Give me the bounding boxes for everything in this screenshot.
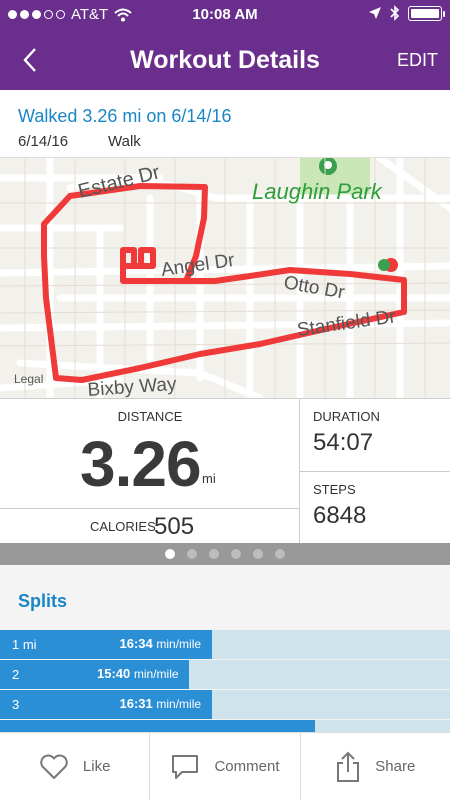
bluetooth-icon [390,5,400,21]
page-dot[interactable] [275,549,285,559]
share-icon [337,751,360,782]
split-row[interactable]: 1 mi 16:34 min/mile [0,630,450,659]
steps-value: 6848 [313,502,367,529]
heart-icon [40,754,68,779]
app-header: AT&T 10:08 AM Workout Details EDIT [0,0,450,90]
page-title: Workout Details [130,46,320,74]
comment-label: Comment [214,758,280,775]
park-label: Laughin Park [252,179,383,204]
split-pace-unit: min/mile [133,667,179,681]
split-pace-unit: min/mile [156,637,202,651]
share-label: Share [375,758,416,775]
split-row[interactable]: 2 15:40 min/mile [0,660,450,689]
split-pace-unit: min/mile [156,697,202,711]
like-label: Like [82,758,111,775]
calories-label: CALORIES [90,519,156,534]
duration-value: 54:07 [313,429,374,456]
comment-button[interactable]: Comment [150,733,301,800]
action-bar: Like Comment Share [0,732,450,800]
steps-label: STEPS [313,482,356,497]
map-legal-link[interactable]: Legal [14,372,43,386]
workout-stats: DISTANCE 3.26 mi CALORIES 505 DURATION 5… [0,398,450,544]
route-start-marker [378,259,390,271]
steps-stat: STEPS 6848 [300,472,450,544]
split-pace: 16:31 min/mile [120,696,202,711]
split-label: 2 [12,667,20,682]
page-dot[interactable] [231,549,241,559]
route-map[interactable]: Estate Dr Laughin Park Angel Dr Otto Dr … [0,158,450,398]
page-dot[interactable] [209,549,219,559]
distance-unit: mi [202,471,216,486]
workout-type: Walk [108,133,141,150]
duration-label: DURATION [313,409,380,424]
location-arrow-icon [369,7,381,19]
splits-section: Splits 1 mi 16:34 min/mile 2 15:40 min/mile… [0,565,450,749]
comment-icon [172,754,199,779]
like-button[interactable]: Like [0,733,151,800]
distance-value: 3.26 [80,428,202,500]
battery-icon [408,5,445,21]
split-row[interactable]: 3 16:31 min/mile [0,690,450,719]
splits-title: Splits [18,591,68,611]
route-map-canvas: Estate Dr Laughin Park Angel Dr Otto Dr … [0,158,450,398]
workout-summary: Walked 3.26 mi on 6/14/16 6/14/16 Walk [0,90,450,158]
page-dot[interactable] [165,549,175,559]
page-dot[interactable] [187,549,197,559]
workout-date: 6/14/16 [18,133,69,150]
workout-title: Walked 3.26 mi on 6/14/16 [18,106,232,126]
calories-stat: CALORIES 505 [0,509,300,544]
status-right [368,5,445,21]
split-pace-value: 15:40 [97,666,131,681]
split-label: 1 mi [12,637,37,652]
status-bar: AT&T 10:08 AM [0,0,450,30]
nav-bar: Workout Details EDIT [0,30,450,90]
calories-value: 505 [154,513,195,540]
page-indicator [0,543,450,565]
split-pace-value: 16:34 [119,636,153,651]
split-pace: 15:40 min/mile [97,666,179,681]
distance-label: DISTANCE [117,409,183,424]
share-button[interactable]: Share [301,733,450,800]
page-dot[interactable] [253,549,263,559]
split-pace-value: 16:31 [119,696,153,711]
edit-button[interactable]: EDIT [397,50,438,71]
split-pace: 16:34 min/mile [120,636,202,651]
split-label: 3 [12,697,20,712]
distance-stat: DISTANCE 3.26 mi [0,399,300,509]
duration-stat: DURATION 54:07 [300,399,450,472]
